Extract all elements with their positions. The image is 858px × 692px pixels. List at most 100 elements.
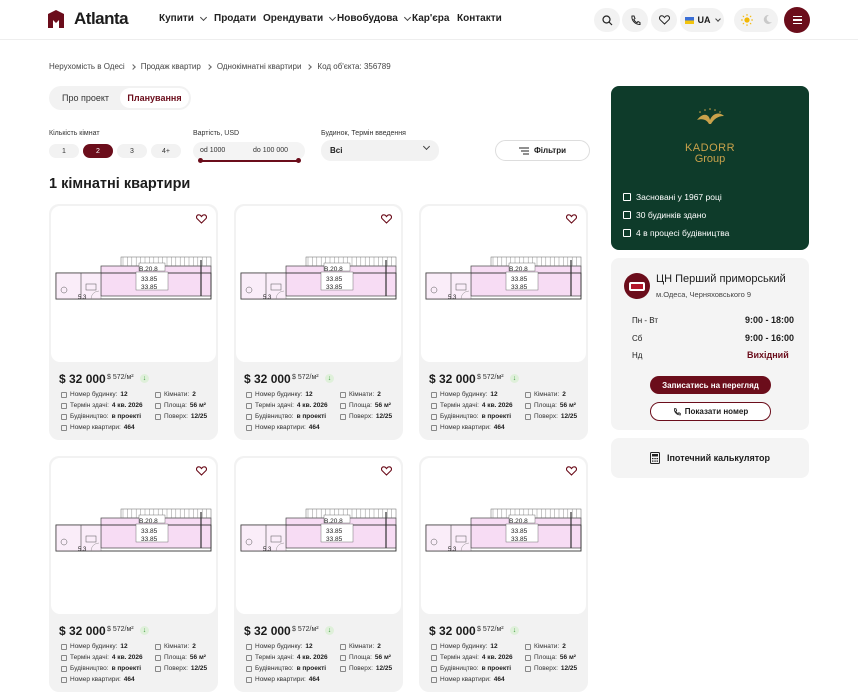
room-option-selected[interactable]: 2 (83, 144, 113, 158)
listing-card[interactable]: В.20.8 33.85 33.85 5.3 $ 32 000 $ 572/м²… (234, 456, 403, 692)
room-option[interactable]: 3 (117, 144, 147, 158)
room-option[interactable]: 1 (49, 144, 79, 158)
listing-card[interactable]: В.20.8 33.85 33.85 5.3 $ 32 000 $ 572/м²… (234, 204, 403, 440)
office-address: м.Одеса, Черняховського 9 (656, 290, 752, 299)
price-slider-handle-max[interactable] (296, 158, 301, 163)
heart-icon[interactable] (381, 466, 392, 476)
spec-area: Площа: 56 м² (525, 654, 576, 661)
crane-icon (246, 413, 252, 420)
mortgage-calculator-button[interactable]: Іпотечний калькулятор (611, 438, 809, 478)
theme-toggle[interactable] (734, 8, 778, 32)
nav-item-contacts[interactable]: Контакти (457, 13, 502, 24)
nav-item-new-buildings[interactable]: Новобудова (337, 13, 411, 24)
plan-unit-label: В.20.8 (139, 266, 158, 273)
calendar-icon (431, 654, 437, 661)
nav-item-career[interactable]: Кар'єра (412, 13, 449, 24)
heart-icon[interactable] (196, 214, 207, 224)
spec-area: Площа: 56 м² (525, 402, 576, 409)
building-icon (623, 229, 631, 237)
listing-card[interactable]: В.20.8 33.85 33.85 5.3 $ 32 000 $ 572/м²… (49, 456, 218, 692)
breadcrumb-item[interactable]: Продаж квартир (141, 62, 201, 71)
nav-item-rent[interactable]: Орендувати (263, 13, 337, 24)
apartment-icon (246, 676, 252, 683)
floor-plan[interactable]: В.20.8 33.85 33.85 5.3 (236, 458, 401, 614)
spec-building-no: Номер будинку: 12 (61, 391, 128, 398)
developer-fact: 30 будинків здано (623, 210, 706, 220)
arrow-down-icon: ↓ (325, 626, 334, 635)
spec-rooms: Кімнати: 2 (525, 643, 566, 650)
atlanta-logo-icon[interactable] (48, 10, 64, 28)
price-from-input[interactable]: od 1000 (200, 147, 225, 154)
floor-plan[interactable]: В.20.8 33.85 33.85 5.3 (421, 206, 586, 362)
floor-plan[interactable]: В.20.8 33.85 33.85 5.3 (421, 458, 586, 614)
favorites-button[interactable] (651, 8, 677, 32)
spec-construction: Будівництво: в проекті (431, 665, 511, 672)
phone-icon (673, 407, 681, 415)
floor-plan[interactable]: В.20.8 33.85 33.85 5.3 (236, 206, 401, 362)
filters-button[interactable]: Фільтри (495, 140, 590, 161)
building-select[interactable]: Всі (321, 140, 439, 161)
logo-text[interactable]: Atlanta (74, 9, 129, 29)
floor-plan[interactable]: В.20.8 33.85 33.85 5.3 (51, 458, 216, 614)
area-icon (525, 402, 531, 409)
floor-plan[interactable]: В.20.8 33.85 33.85 5.3 (51, 206, 216, 362)
listing-card[interactable]: В.20.8 33.85 33.85 5.3 $ 32 000 $ 572/м²… (419, 456, 588, 692)
spec-building-no: Номер будинку: 12 (431, 643, 498, 650)
hours-days: Нд (632, 351, 643, 360)
nav-item-buy[interactable]: Купити (159, 13, 207, 24)
crane-icon (246, 665, 252, 672)
listing-card[interactable]: В.20.8 33.85 33.85 5.3 $ 32 000 $ 572/м²… (419, 204, 588, 440)
heart-icon[interactable] (566, 214, 577, 224)
nav-item-sell[interactable]: Продати (214, 13, 256, 24)
spec-construction: Будівництво: в проекті (431, 413, 511, 420)
heart-icon[interactable] (381, 214, 392, 224)
tab-planning[interactable]: Планування (120, 88, 189, 108)
chevron-down-icon (199, 13, 207, 21)
building-filter-label: Будинок, Термін введення (321, 130, 406, 137)
price-to-input[interactable]: do 100 000 (253, 147, 288, 154)
sun-icon (741, 14, 753, 26)
building-icon (246, 391, 252, 398)
listing-price: $ 32 000 (59, 624, 106, 638)
plan-room-label: 5.3 (448, 547, 457, 553)
plan-area-label: 33.85 (326, 536, 343, 543)
hours-days: Пн - Вт (632, 316, 659, 325)
price-slider-handle-min[interactable] (198, 158, 203, 163)
area-icon (155, 654, 161, 661)
language-switcher[interactable]: UA (680, 8, 724, 32)
chevron-right-icon (206, 63, 212, 70)
spec-building-no: Номер будинку: 12 (246, 391, 313, 398)
breadcrumb-item[interactable]: Однокімнатні квартири (217, 62, 302, 71)
plan-area-label: 33.85 (511, 284, 528, 291)
plan-area-label: 33.85 (511, 536, 528, 543)
spec-building-no: Номер будинку: 12 (246, 643, 313, 650)
plan-area-label: 33.85 (511, 276, 528, 283)
show-phone-button[interactable]: Показати номер (650, 402, 771, 421)
phone-icon (630, 15, 640, 25)
spec-floor: Поверх: 12/25 (525, 413, 577, 420)
heart-icon[interactable] (566, 466, 577, 476)
developer-card[interactable]: KADORR Group Засновані у 1967 році 30 бу… (611, 86, 809, 250)
book-viewing-button[interactable]: Записатись на перегляд (650, 376, 771, 394)
plan-room-label: 5.3 (263, 295, 272, 301)
stairs-icon (340, 413, 346, 420)
area-icon (340, 654, 346, 661)
breadcrumb: Нерухомість в Одесі Продаж квартир Однок… (49, 62, 391, 71)
developer-fact: 4 в процесі будівництва (623, 228, 729, 238)
search-button[interactable] (594, 8, 620, 32)
heart-icon[interactable] (196, 466, 207, 476)
spec-apartment-no: Номер квартири: 464 (246, 424, 320, 431)
building-icon (431, 643, 437, 650)
plan-room-label: 5.3 (263, 547, 272, 553)
rooms-filter: 1 2 3 4+ (49, 144, 181, 158)
listing-card[interactable]: В.20.8 33.85 33.85 5.3 $ 32 000 $ 572/м²… (49, 204, 218, 440)
price-per-m2: $ 572/м² (107, 374, 134, 381)
phone-button[interactable] (622, 8, 648, 32)
spec-area: Площа: 56 м² (340, 654, 391, 661)
room-option[interactable]: 4+ (151, 144, 181, 158)
menu-button[interactable] (784, 7, 810, 33)
tab-about-project[interactable]: Про проект (51, 88, 120, 108)
price-per-m2: $ 572/м² (477, 626, 504, 633)
spec-deadline: Термін здачі: 4 кв. 2026 (431, 654, 513, 661)
breadcrumb-item[interactable]: Нерухомість в Одесі (49, 62, 125, 71)
